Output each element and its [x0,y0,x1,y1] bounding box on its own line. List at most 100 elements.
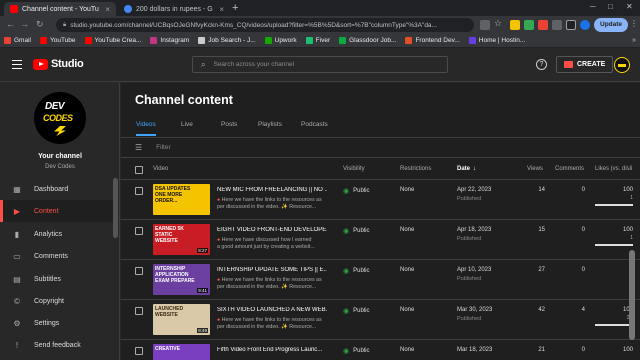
bookmark-job-search[interactable]: Job Search - J... [198,37,256,44]
video-thumbnail[interactable]: INTERNSHIP APPLICATION EXAM PREPARE 9:41 [153,264,210,295]
channel-avatar[interactable]: DEV CODES [34,92,86,144]
sidepanel-icon[interactable] [566,20,576,30]
column-visibility[interactable]: Visibility [343,166,365,172]
bookmarks-more-button[interactable]: » [632,34,636,48]
address-toolbar: ← → ↻ 🔒︎ studio.youtube.com/channel/UCBq… [0,16,640,34]
extension-icon[interactable] [510,20,520,30]
browser-menu-icon[interactable]: ⋮ [630,19,638,28]
filter-icon[interactable]: ☰ [135,143,142,152]
tab-videos[interactable]: Videos [136,121,156,136]
table-row[interactable]: CREATIVE Fifth Video Front End Progress … [121,341,640,360]
bookmark-youtube-creator[interactable]: YouTube Crea... [84,37,141,44]
bookmark-instagram[interactable]: Instagram [150,37,189,44]
profile-icon[interactable] [580,20,590,30]
table-row[interactable]: DSA UPDATES ONE MORE ORDER... NEW MIC FR… [121,181,640,220]
sidebar-item-analytics[interactable]: ▮ Analytics [0,223,116,245]
search-input[interactable]: ⌕ Search across your channel [192,56,448,73]
column-date[interactable]: Date ↓ [457,166,476,172]
row-checkbox[interactable] [135,307,143,315]
tab-playlists[interactable]: Playlists [258,121,282,134]
sidebar-item-settings[interactable]: ⚙ Settings [0,312,116,334]
bookmark-upwork[interactable]: Upwork [264,37,297,44]
video-thumbnail[interactable]: EARNED 5K STATIC WEBSITE 8:27 [153,224,210,255]
studio-logo[interactable]: Studio [33,58,84,70]
video-title[interactable]: NEW MIC FROM FREELANCING || NO ... [217,187,327,193]
sidebar-item-copyright[interactable]: © Copyright [0,290,116,312]
tab-posts[interactable]: Posts [221,121,237,134]
back-icon[interactable]: ← [6,19,15,29]
update-button[interactable]: Update [594,18,629,32]
visibility-cell[interactable]: ◉ Public [343,267,369,275]
extension-icon[interactable] [538,20,548,30]
likes-cell: 100 [622,227,633,233]
sidebar-item-content[interactable]: ▶ Content [0,200,116,222]
bookmark-star-icon[interactable]: ☆ [494,18,504,28]
tab-live[interactable]: Live [181,121,193,134]
tab-podcasts[interactable]: Podcasts [301,121,328,134]
table-row[interactable]: INTERNSHIP APPLICATION EXAM PREPARE 9:41… [121,261,640,300]
select-all-checkbox[interactable] [135,166,143,174]
visibility-cell[interactable]: ◉ Public [343,307,369,315]
share-icon[interactable] [480,20,490,30]
hamburger-menu-icon[interactable] [12,60,22,71]
video-thumbnail[interactable]: DSA UPDATES ONE MORE ORDER... [153,184,210,215]
sidebar-item-send-feedback[interactable]: ! Send feedback [0,334,116,356]
table-row[interactable]: LAUNCHED WEBSITE 8:49 SIXTH VIDEO LAUNCH… [121,301,640,340]
sidebar-item-subtitles[interactable]: ▤ Subtitles [0,268,116,290]
forward-icon[interactable]: → [20,19,29,29]
video-title[interactable]: SIXTH VIDEO LAUNCHED A NEW WEB... [217,307,327,313]
browser-tab-dollars[interactable]: 200 dollars in rupees - G × [118,2,230,16]
close-tab-icon[interactable]: × [105,5,110,14]
sidebar-item-dashboard[interactable]: ▦ Dashboard [0,178,116,200]
bookmark-glassdoor[interactable]: Glassdoor Job... [339,37,396,44]
puzzle-icon[interactable] [552,20,562,30]
video-thumbnail[interactable]: LAUNCHED WEBSITE 8:49 [153,304,210,335]
browser-tab-bar: Channel content - YouTu × 200 dollars in… [0,0,640,16]
table-row[interactable]: EARNED 5K STATIC WEBSITE 8:27 EIGHT VIDE… [121,221,640,260]
new-tab-button[interactable]: + [232,2,238,14]
close-tab-icon[interactable]: × [219,5,224,14]
filter-bar[interactable]: ☰ Filter [121,138,640,158]
likes-count: 2 li [626,315,633,321]
column-views[interactable]: Views [527,166,543,172]
bookmark-youtube[interactable]: YouTube [39,37,76,44]
visibility-cell[interactable]: ◉ Public [343,227,369,235]
sidebar-scrollbar[interactable] [113,178,118,238]
date-cell: Apr 22, 2023 [457,187,492,193]
sidebar-item-comments[interactable]: ▭ Comments [0,245,116,267]
bookmark-gmail[interactable]: Gmail [4,37,31,44]
column-restrictions[interactable]: Restrictions [400,166,431,172]
browser-tab-channel-content[interactable]: Channel content - YouTu × [4,2,116,16]
visibility-cell[interactable]: ◉ Public [343,187,369,195]
url-bar[interactable]: 🔒︎ studio.youtube.com/channel/UCBqsOJeGN… [56,18,474,32]
extension-icon[interactable] [524,20,534,30]
main-scrollbar[interactable] [629,250,635,340]
column-comments[interactable]: Comments [555,166,584,172]
visibility-cell[interactable]: ◉ Public [343,347,369,355]
create-button[interactable]: CREATE [556,56,614,73]
close-window-icon[interactable]: ✕ [626,2,633,11]
minimize-icon[interactable]: ─ [590,2,596,11]
row-checkbox[interactable] [135,347,143,355]
video-title[interactable]: EIGHT VIDEO FRONT-END DEVELOPE... [217,227,327,233]
video-title[interactable]: INTERNSHIP UPDATE SOME TIPS || E... [217,267,327,273]
bookmark-fiver[interactable]: Fiver [305,37,330,44]
reload-icon[interactable]: ↻ [36,19,44,30]
help-icon[interactable]: ? [536,59,547,70]
table-header: Video Visibility Restrictions Date ↓ View… [121,160,640,180]
account-avatar[interactable] [614,57,630,73]
row-checkbox[interactable] [135,227,143,235]
row-checkbox[interactable] [135,267,143,275]
video-thumbnail[interactable]: CREATIVE [153,344,210,360]
likes-cell: 100 [622,347,633,353]
lightning-icon [54,126,66,136]
maximize-icon[interactable]: □ [608,2,613,11]
video-title[interactable]: Fifth Video Front End Progress Launc... [217,347,327,353]
date-cell: Apr 10, 2023 [457,267,492,273]
likes-bar [595,324,633,326]
bookmark-frontend-dev[interactable]: Frontend Dev... [405,37,460,44]
bookmark-hostinger[interactable]: Home | Hostin... [468,37,525,44]
row-checkbox[interactable] [135,187,143,195]
column-likes[interactable]: Likes (vs. disli [595,166,632,172]
likes-cell: 100 [622,307,633,313]
